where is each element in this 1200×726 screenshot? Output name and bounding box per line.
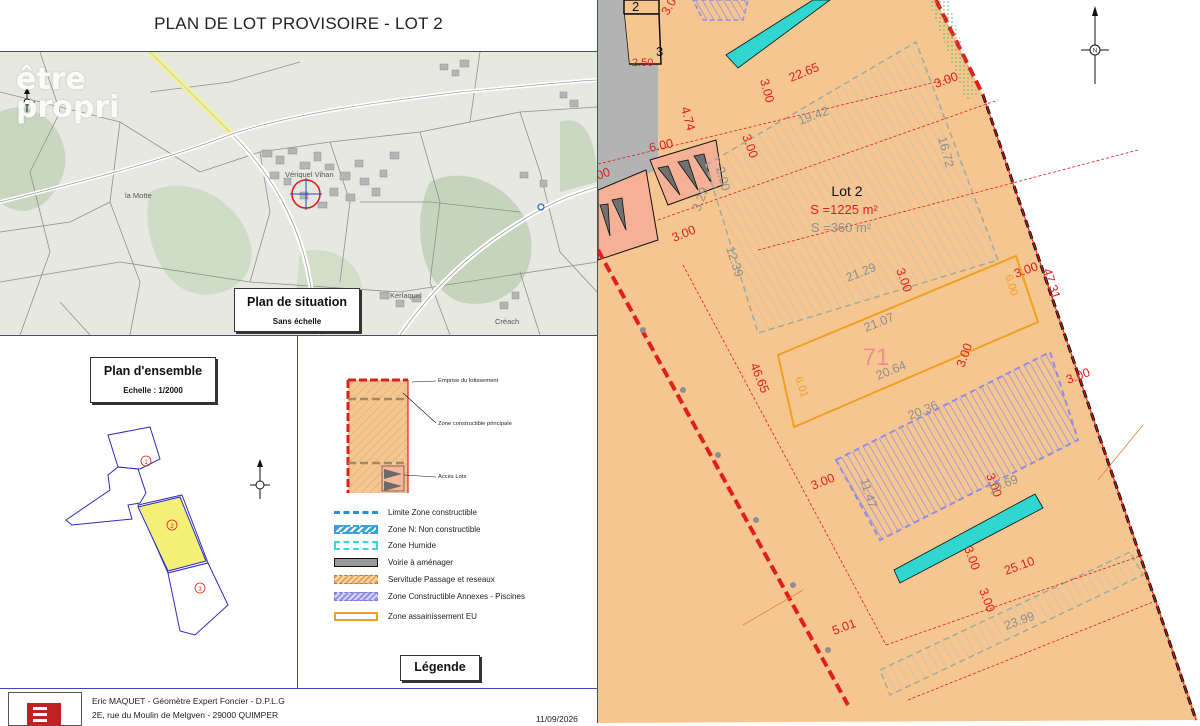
watermark-logo: être propri [16,65,120,125]
legend-acces-label: Accès Lots [438,474,466,480]
legend-swatch-servitude [334,575,378,584]
legend-item-label: Zone Constructible Annexes - Piscines [388,592,525,601]
legend-box-title: Légende [414,660,466,674]
lot-number-2: 2 [632,0,639,14]
lot-surface-total: S =1225 m² [810,202,878,217]
legend-item-label: Servitude Passage et reseaux [388,575,495,584]
dim-label: 2.50 [632,57,653,69]
situation-box-subtitle: Sans échelle [272,317,322,326]
legend-item-label: Voirie à aménager [388,558,453,567]
legend-emprise-label: Emprise du lotissement [438,378,499,384]
legend-panel: Emprise du lotissement Zone constructibl… [298,335,597,688]
situation-box-title: Plan de situation [246,295,347,309]
legend-swatch-limite [334,511,378,515]
situation-label-box: Plan de situation Sans échelle [234,288,360,332]
ensemble-panel: Plan d'ensemble Echelle : 1/2000 1 2 3 [0,335,298,688]
lot-plan-drawing: 2 3 N Lot 2 S =1225 m² S =360 m² 71 3.00… [598,0,1198,723]
legend-item-label: Zone Humide [388,541,437,550]
legend-diagram: Emprise du lotissement Zone constructibl… [346,378,512,493]
surveyor-name: Eric MAQUET - Géomètre Expert Foncier - … [92,696,285,706]
ensemble-drawing: 1 2 3 [65,426,270,636]
lot-number-3: 3 [656,44,663,59]
legend-item-label: Limite Zone constructible [388,508,477,517]
legend-item-label: Zone assainissement EU [388,612,477,621]
place-label: Vériquel Vihan [285,170,334,179]
page-title: PLAN DE LOT PROVISOIRE - LOT 2 [154,14,443,33]
lot-surface-constructible: S =360 m² [811,220,872,235]
surveyor-logo [8,692,82,726]
legend-swatch-annexes [334,592,378,601]
legend-swatch-voirie [334,558,378,567]
legend-swatch-zone-n [334,525,378,534]
legend-swatch-humide [334,541,378,550]
legend-label-box: Légende [400,655,480,681]
ensemble-north-arrow [250,459,270,499]
watermark-line: propri [16,90,120,125]
place-label: Créach [495,317,519,326]
main-north-arrow: N [1081,6,1109,84]
place-label: la Motte [125,191,152,200]
legend-item-label: Zone N: Non constructible [388,525,481,534]
surveyor-address: 2E, rue du Moulin de Melgven - 29000 QUI… [92,710,279,720]
title-panel: PLAN DE LOT PROVISOIRE - LOT 2 [0,0,597,52]
place-label: Kerlaquel [390,291,422,300]
situation-map: la Motte Vériquel Vihan Kerlaquel Créach… [0,52,597,336]
lot-plan: 2 3 N Lot 2 S =1225 m² S =360 m² 71 3.00… [597,0,1200,723]
legend-zone-label: Zone constructible principale [438,421,512,427]
svg-text:N: N [1093,49,1097,55]
footer-panel: Eric MAQUET - Géomètre Expert Foncier - … [0,688,597,726]
legend-swatch-assainissement [334,612,378,621]
lot-title: Lot 2 [831,183,862,199]
